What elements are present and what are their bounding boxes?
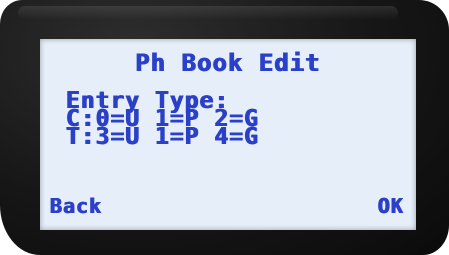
- bezel-highlight: [18, 6, 398, 20]
- device-bezel: Ph Book Edit Entry Type: C:0=U 1=P 2=G T…: [0, 0, 449, 255]
- entry-type-line-t: T:3=U 1=P 4=G: [66, 124, 260, 150]
- back-softkey[interactable]: Back: [50, 194, 102, 218]
- screen-title: Ph Book Edit: [135, 49, 321, 77]
- lcd-screen: Ph Book Edit Entry Type: C:0=U 1=P 2=G T…: [40, 39, 416, 230]
- ok-softkey[interactable]: OK: [378, 194, 404, 218]
